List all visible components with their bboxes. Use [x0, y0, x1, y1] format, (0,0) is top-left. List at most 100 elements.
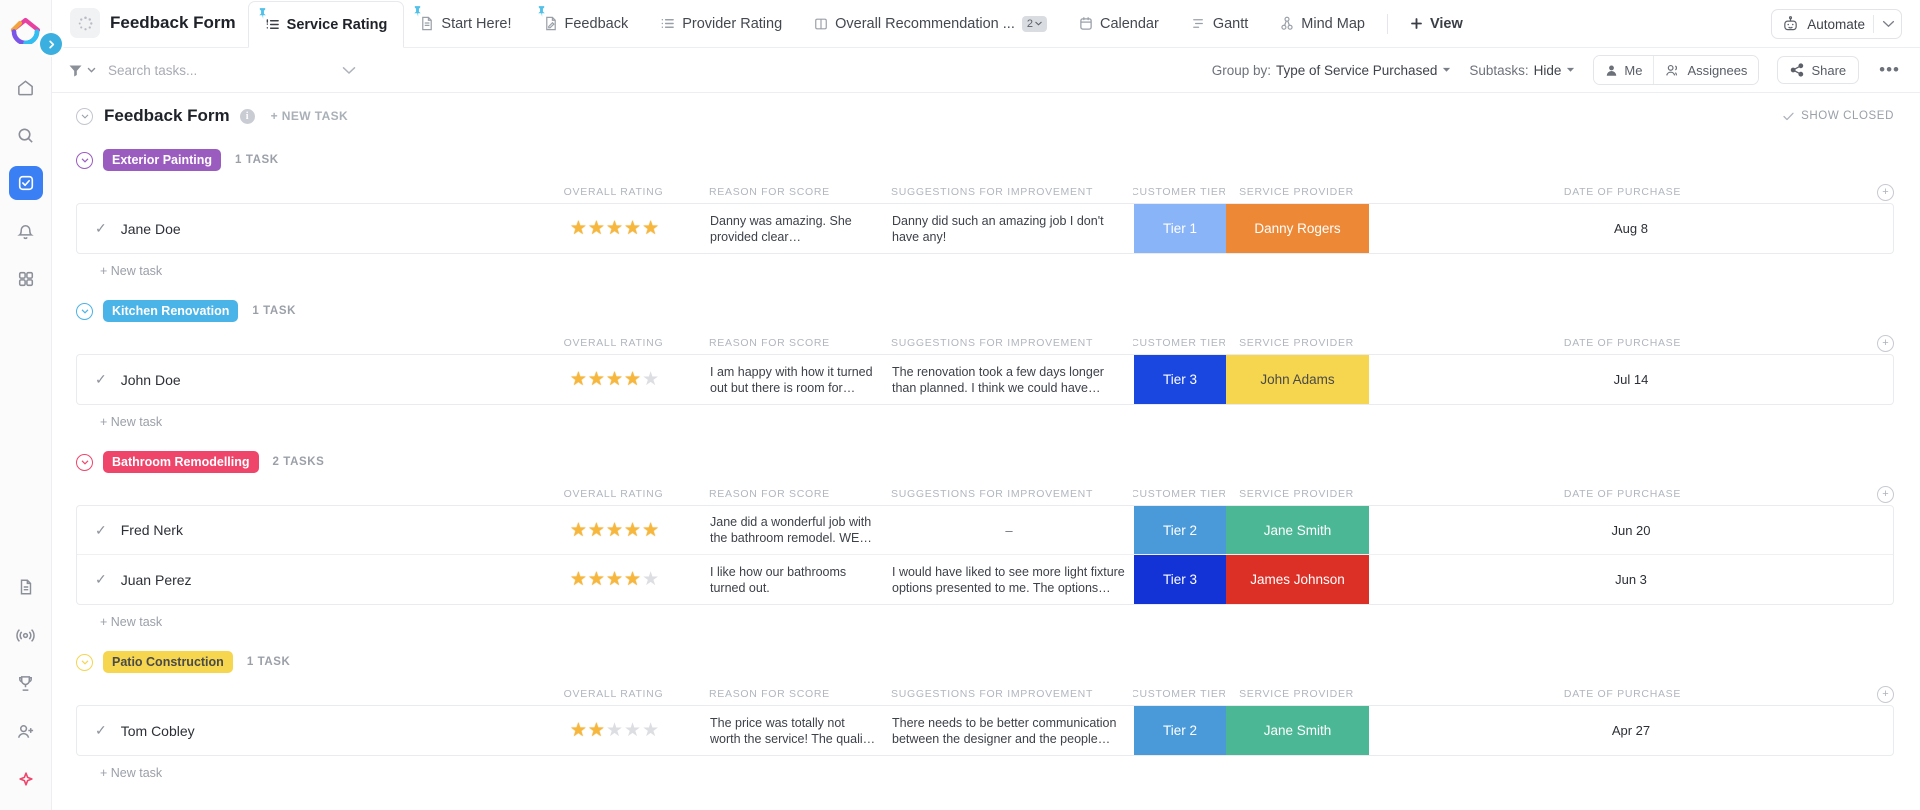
- star-1[interactable]: ★: [570, 570, 587, 589]
- collapse-group-button[interactable]: [76, 303, 93, 320]
- search-input[interactable]: [102, 63, 272, 78]
- sidebar-item-dashboards[interactable]: [9, 262, 43, 296]
- star-2[interactable]: ★: [588, 721, 605, 740]
- star-3[interactable]: ★: [606, 721, 623, 740]
- star-3[interactable]: ★: [606, 521, 623, 540]
- tab-calendar[interactable]: Calendar: [1063, 0, 1175, 47]
- share-button[interactable]: Share: [1777, 56, 1859, 84]
- star-3[interactable]: ★: [606, 570, 623, 589]
- column-header-provider[interactable]: SERVICE PROVIDER: [1225, 337, 1368, 349]
- star-3[interactable]: ★: [606, 370, 623, 389]
- star-5[interactable]: ★: [642, 219, 659, 238]
- column-header-suggestions[interactable]: SUGGESTIONS FOR IMPROVEMENT: [883, 337, 1133, 349]
- column-header-reason[interactable]: REASON FOR SCORE: [701, 488, 883, 500]
- collapse-group-button[interactable]: [76, 152, 93, 169]
- date-of-purchase-cell[interactable]: Jun 3: [1369, 555, 1893, 604]
- star-1[interactable]: ★: [570, 219, 587, 238]
- column-header-date[interactable]: DATE OF PURCHASE: [1368, 186, 1877, 198]
- collapse-group-button[interactable]: [76, 654, 93, 671]
- column-header-date[interactable]: DATE OF PURCHASE: [1368, 688, 1877, 700]
- task-status-check-icon[interactable]: ✓: [95, 571, 107, 588]
- clickup-logo[interactable]: [8, 8, 44, 44]
- table-row[interactable]: ✓Jane Doe★★★★★Danny was amazing. She pro…: [77, 204, 1893, 253]
- star-5[interactable]: ★: [642, 721, 659, 740]
- star-4[interactable]: ★: [624, 219, 641, 238]
- column-header-tier[interactable]: CUSTOMER TIER: [1133, 688, 1225, 700]
- star-4[interactable]: ★: [624, 370, 641, 389]
- star-5[interactable]: ★: [642, 370, 659, 389]
- sidebar-item-apps[interactable]: [9, 762, 43, 796]
- star-4[interactable]: ★: [624, 570, 641, 589]
- suggestions-cell[interactable]: –: [884, 506, 1134, 554]
- reason-for-score-cell[interactable]: The price was totally not worth the serv…: [702, 706, 884, 755]
- tab-count-badge[interactable]: 2: [1022, 16, 1047, 32]
- column-header-provider[interactable]: SERVICE PROVIDER: [1225, 488, 1368, 500]
- group-badge[interactable]: Patio Construction: [103, 651, 233, 673]
- star-4[interactable]: ★: [624, 521, 641, 540]
- tab-start-here[interactable]: Start Here!: [404, 0, 527, 47]
- task-name-cell[interactable]: ✓John Doe: [77, 355, 527, 404]
- group-by-control[interactable]: Group by: Type of Service Purchased: [1212, 63, 1452, 78]
- star-1[interactable]: ★: [570, 721, 587, 740]
- tab-mind-map[interactable]: Mind Map: [1264, 0, 1381, 47]
- task-name-cell[interactable]: ✓Juan Perez: [77, 555, 527, 604]
- task-status-check-icon[interactable]: ✓: [95, 220, 107, 237]
- overall-rating-cell[interactable]: ★★★★★: [527, 506, 702, 554]
- add-column-button[interactable]: +: [1877, 335, 1894, 352]
- sidebar-item-notifications[interactable]: [9, 214, 43, 248]
- column-header-rating[interactable]: OVERALL RATING: [526, 337, 701, 349]
- customer-tier-cell[interactable]: Tier 2: [1134, 706, 1226, 755]
- sidebar-item-goals[interactable]: [9, 666, 43, 700]
- suggestions-cell[interactable]: There needs to be better communication b…: [884, 706, 1134, 755]
- table-row[interactable]: ✓Fred Nerk★★★★★Jane did a wonderful job …: [77, 506, 1893, 555]
- automate-button[interactable]: Automate: [1771, 9, 1902, 39]
- chevron-down-icon[interactable]: [1882, 20, 1895, 28]
- collapse-list-button[interactable]: [76, 108, 93, 125]
- add-column-button[interactable]: +: [1877, 486, 1894, 503]
- more-options-button[interactable]: •••: [1877, 60, 1902, 80]
- sidebar-item-pulse[interactable]: [9, 618, 43, 652]
- reason-for-score-cell[interactable]: Danny was amazing. She provided clear co…: [702, 204, 884, 253]
- info-icon[interactable]: i: [240, 109, 255, 124]
- group-badge[interactable]: Exterior Painting: [103, 149, 221, 171]
- column-header-rating[interactable]: OVERALL RATING: [526, 186, 701, 198]
- group-badge[interactable]: Kitchen Renovation: [103, 300, 238, 322]
- column-header-suggestions[interactable]: SUGGESTIONS FOR IMPROVEMENT: [883, 186, 1133, 198]
- sidebar-item-docs[interactable]: [9, 570, 43, 604]
- service-provider-cell[interactable]: Jane Smith: [1226, 706, 1369, 755]
- date-of-purchase-cell[interactable]: Apr 27: [1369, 706, 1893, 755]
- column-header-reason[interactable]: REASON FOR SCORE: [701, 688, 883, 700]
- assignees-filter-button[interactable]: Assignees: [1653, 56, 1758, 84]
- sidebar-item-search[interactable]: [9, 118, 43, 152]
- star-2[interactable]: ★: [588, 570, 605, 589]
- add-new-task-row[interactable]: + New task: [76, 756, 1894, 786]
- suggestions-cell[interactable]: I would have liked to see more light fix…: [884, 555, 1134, 604]
- table-row[interactable]: ✓Juan Perez★★★★★I like how our bathrooms…: [77, 555, 1893, 604]
- service-provider-cell[interactable]: John Adams: [1226, 355, 1369, 404]
- date-of-purchase-cell[interactable]: Jul 14: [1369, 355, 1893, 404]
- tab-gantt[interactable]: Gantt: [1175, 0, 1264, 47]
- show-closed-toggle[interactable]: SHOW CLOSED: [1783, 110, 1894, 122]
- tab-provider-rating[interactable]: Provider Rating: [644, 0, 798, 47]
- sidebar-item-invite[interactable]: [9, 714, 43, 748]
- sidebar-item-home[interactable]: [9, 70, 43, 104]
- column-header-suggestions[interactable]: SUGGESTIONS FOR IMPROVEMENT: [883, 488, 1133, 500]
- task-status-check-icon[interactable]: ✓: [95, 522, 107, 539]
- star-5[interactable]: ★: [642, 570, 659, 589]
- task-name-cell[interactable]: ✓Fred Nerk: [77, 506, 527, 554]
- column-header-reason[interactable]: REASON FOR SCORE: [701, 186, 883, 198]
- star-1[interactable]: ★: [570, 521, 587, 540]
- add-new-task-row[interactable]: + New task: [76, 405, 1894, 435]
- service-provider-cell[interactable]: James Johnson: [1226, 555, 1369, 604]
- column-header-tier[interactable]: CUSTOMER TIER: [1133, 488, 1225, 500]
- collapse-group-button[interactable]: [76, 454, 93, 471]
- overall-rating-cell[interactable]: ★★★★★: [527, 706, 702, 755]
- customer-tier-cell[interactable]: Tier 2: [1134, 506, 1226, 554]
- table-row[interactable]: ✓John Doe★★★★★I am happy with how it tur…: [77, 355, 1893, 404]
- new-task-button[interactable]: + NEW TASK: [271, 109, 348, 123]
- overall-rating-cell[interactable]: ★★★★★: [527, 555, 702, 604]
- search-expand-chevron-icon[interactable]: [342, 66, 356, 75]
- column-header-suggestions[interactable]: SUGGESTIONS FOR IMPROVEMENT: [883, 688, 1133, 700]
- overall-rating-cell[interactable]: ★★★★★: [527, 355, 702, 404]
- service-provider-cell[interactable]: Jane Smith: [1226, 506, 1369, 554]
